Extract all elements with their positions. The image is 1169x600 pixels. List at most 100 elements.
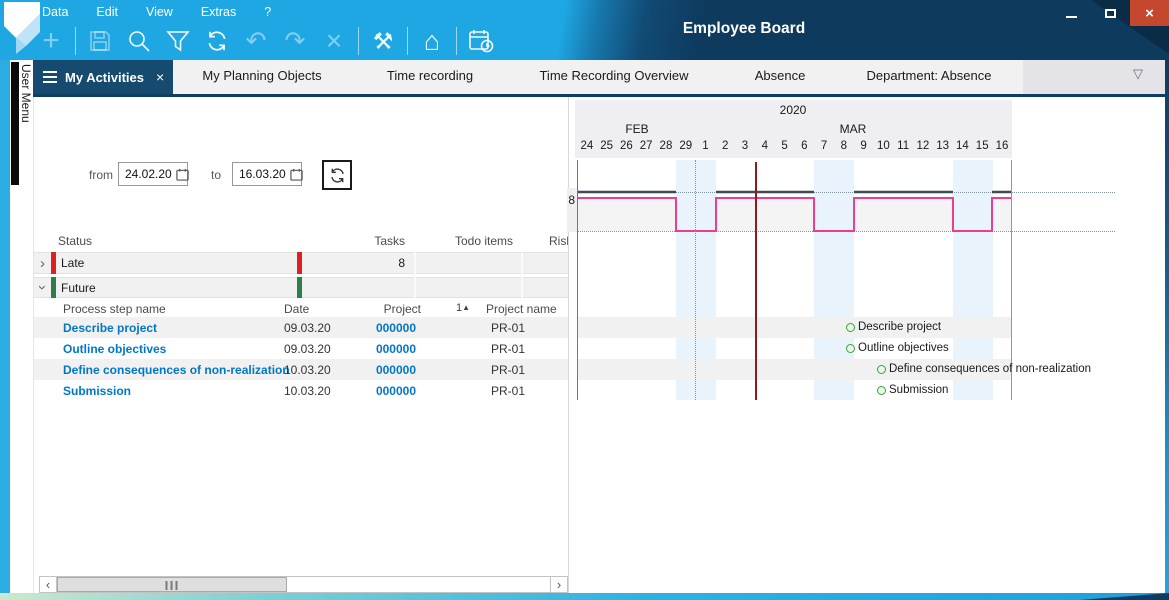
menu-help[interactable]: ? [264,5,271,19]
group-label: Late [61,256,84,270]
home-icon[interactable]: ⌂ [417,25,447,57]
menu-data[interactable]: Data [42,5,68,19]
tab-close-icon[interactable]: × [156,69,164,85]
table-row[interactable]: Define consequences of non-realization 1… [34,359,568,380]
sort-indicator[interactable]: 1▲ [456,302,470,314]
row-date: 10.03.20 [284,363,331,377]
tab-my-activities[interactable]: My Activities × [33,60,173,94]
day-tick: 25 [597,140,617,157]
row-project-name: PR-01 [491,363,525,377]
app-title: Employee Board [683,20,805,38]
expand-chevron-icon[interactable]: › [40,255,45,272]
row-date: 09.03.20 [284,342,331,356]
close-window-button[interactable]: × [1130,0,1169,26]
day-tick: 15 [972,140,992,157]
milestone-label: Outline objectives [858,342,949,354]
refresh-icon[interactable] [202,25,232,57]
milestone-icon[interactable] [846,344,855,353]
group-tasks-count: 8 [334,256,405,270]
collapse-chevron-icon[interactable]: › [34,285,51,290]
table-row[interactable]: Submission 10.03.20 000000 PR-01 [34,380,568,401]
window-border-right [1165,60,1169,593]
day-tick: 29 [676,140,696,157]
gantt-month-feb: FEB [625,122,648,136]
day-tick: 3 [735,140,755,157]
milestone-icon[interactable] [877,365,886,374]
process-step-link[interactable]: Submission [63,384,131,398]
day-tick: 6 [794,140,814,157]
redo-icon[interactable]: ↷ [280,25,310,57]
day-tick: 4 [755,140,775,157]
day-tick: 2 [715,140,735,157]
calendar-icon[interactable] [290,168,303,181]
project-link[interactable]: 000000 [329,321,416,335]
scrollbar-thumb[interactable] [57,577,287,592]
from-label: from [89,168,113,182]
milestone-label: Submission [889,384,948,396]
milestone-icon[interactable] [846,323,855,332]
planning-board-icon[interactable] [466,25,496,57]
process-step-link[interactable]: Define consequences of non-realization [63,363,290,377]
column-header-project[interactable]: Project [334,302,421,316]
tab-absence[interactable]: Absence [755,68,806,83]
tab-department-absence[interactable]: Department: Absence [866,68,991,83]
process-step-link[interactable]: Describe project [63,321,157,335]
tab-time-recording[interactable]: Time recording [387,68,473,83]
table-row[interactable]: Describe project 09.03.20 000000 PR-01 [34,317,568,338]
column-header-process-step-name[interactable]: Process step name [63,302,166,316]
calendar-icon[interactable] [176,168,189,181]
gantt-year-label: 2020 [780,103,807,117]
undo-icon[interactable]: ↶ [241,25,271,57]
to-date-value[interactable]: 16.03.20 [239,167,286,181]
column-header-date[interactable]: Date [284,302,309,316]
group-row-late[interactable]: › Late 8 [34,252,568,274]
project-link[interactable]: 000000 [329,363,416,377]
user-menu-indicator[interactable] [11,62,19,185]
project-link[interactable]: 000000 [329,342,416,356]
gantt-month-mar: MAR [840,122,867,136]
minimize-button[interactable] [1052,0,1091,26]
filter-icon[interactable] [163,25,193,57]
scroll-left-button[interactable]: ‹ [40,577,57,592]
milestone-icon[interactable] [877,386,886,395]
toolbar: + ↶ ↷ × ⚒ ⌂ [36,24,496,58]
tab-my-planning-objects[interactable]: My Planning Objects [202,68,321,83]
day-tick: 27 [636,140,656,157]
column-header-status[interactable]: Status [58,234,92,248]
late-status-bar [297,252,302,274]
group-row-future[interactable]: › Future [34,277,568,298]
delete-icon[interactable]: × [319,25,349,57]
from-date-input[interactable]: 24.02.20 [118,162,188,186]
to-date-input[interactable]: 16.03.20 [232,162,302,186]
column-header-risks[interactable]: Risks [549,234,568,248]
toolbar-separator [407,27,408,55]
horizontal-scrollbar[interactable]: ‹ › [39,576,568,593]
day-tick: 28 [656,140,676,157]
table-row[interactable]: Outline objectives 09.03.20 000000 PR-01 [34,338,568,359]
menu-bar: Data Edit View Extras ? [42,5,271,19]
process-step-link[interactable]: Outline objectives [63,342,166,356]
maximize-button[interactable] [1091,0,1130,26]
search-icon[interactable] [124,25,154,57]
menu-extras[interactable]: Extras [201,5,236,19]
row-date: 10.03.20 [284,384,331,398]
hamburger-icon[interactable] [43,68,57,86]
milestone-label: Describe project [858,321,941,333]
tab-time-recording-overview[interactable]: Time Recording Overview [539,68,688,83]
refresh-activities-button[interactable] [322,160,352,190]
menu-view[interactable]: View [146,5,173,19]
tools-icon[interactable]: ⚒ [368,25,398,57]
project-link[interactable]: 000000 [329,384,416,398]
column-header-project-name[interactable]: Project name [486,302,557,316]
menu-edit[interactable]: Edit [96,5,118,19]
active-tab-label: My Activities [65,70,144,85]
add-icon[interactable]: + [36,25,66,57]
tab-list-dropdown-icon[interactable]: ▽ [1133,66,1143,82]
from-date-value[interactable]: 24.02.20 [125,167,172,181]
scroll-right-button[interactable]: › [550,577,567,592]
panel-divider[interactable] [568,97,569,593]
user-menu-strip[interactable]: User Menu [10,60,33,593]
column-header-tasks[interactable]: Tasks [334,234,405,248]
column-header-todo-items[interactable]: Todo items [442,234,513,248]
save-icon[interactable] [85,25,115,57]
